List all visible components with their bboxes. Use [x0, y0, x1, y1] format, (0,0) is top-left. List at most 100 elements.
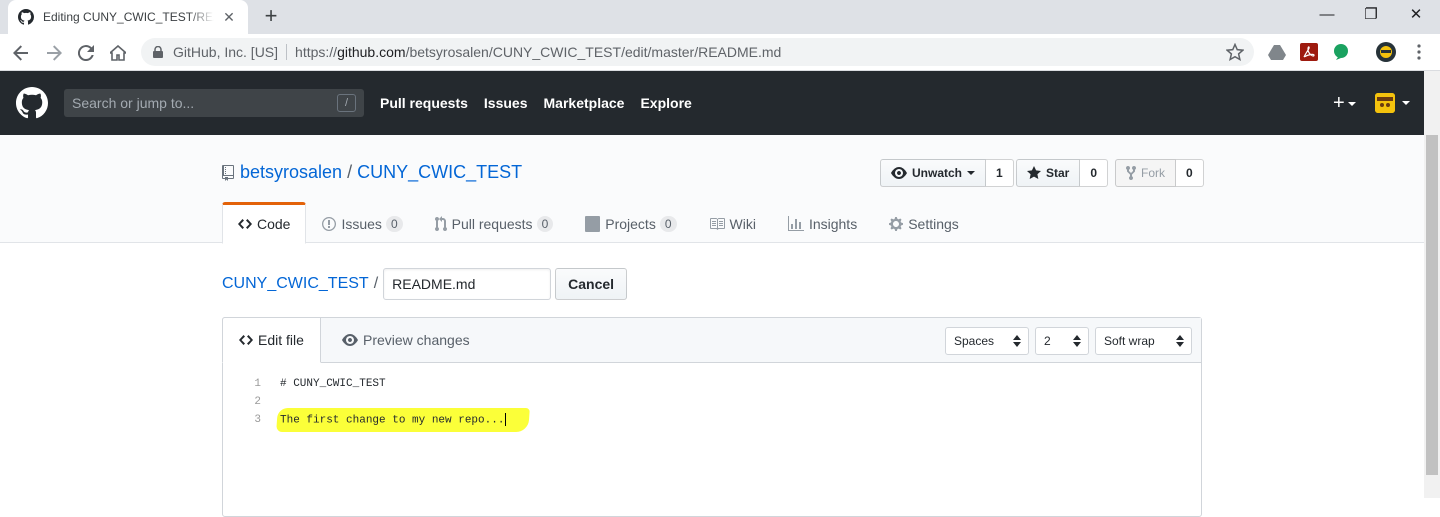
- tab-insights[interactable]: Insights: [772, 202, 873, 243]
- bookmark-star-icon[interactable]: [1226, 43, 1244, 61]
- tab-close-icon[interactable]: ✕: [220, 9, 238, 26]
- home-button[interactable]: [106, 41, 130, 65]
- gear-icon: [889, 216, 904, 231]
- browser-toolbar: GitHub, Inc. [US] https://github.com/bet…: [0, 34, 1440, 71]
- restore-button[interactable]: ❐: [1351, 4, 1391, 26]
- browser-tab-active[interactable]: Editing CUNY_CWIC_TEST/README.md ✕: [8, 0, 248, 34]
- graph-icon: [787, 215, 804, 231]
- editor-options: Spaces 2 Soft wrap: [939, 327, 1192, 355]
- wrap-mode-value: Soft wrap: [1104, 334, 1155, 348]
- home-icon: [110, 45, 126, 61]
- fork-icon: [1126, 166, 1136, 180]
- page-scrollbar[interactable]: [1424, 71, 1440, 498]
- nav-marketplace[interactable]: Marketplace: [544, 95, 625, 111]
- fork-label: Fork: [1141, 166, 1165, 180]
- chat-extension-icon[interactable]: [1332, 43, 1350, 61]
- indent-size-select[interactable]: 2: [1035, 327, 1089, 355]
- line-text[interactable]: # CUNY_CWIC_TEST: [280, 378, 386, 390]
- star-group: Star 0: [1016, 159, 1109, 187]
- indent-size-value: 2: [1044, 334, 1051, 348]
- star-button[interactable]: Star: [1016, 159, 1081, 187]
- forward-button[interactable]: [42, 41, 66, 65]
- reload-icon: [78, 45, 94, 61]
- fork-group: Fork 0: [1115, 159, 1204, 187]
- avatar-caret-icon[interactable]: [1402, 101, 1410, 105]
- filename-input[interactable]: [383, 268, 552, 300]
- forward-arrow-icon: [47, 45, 62, 61]
- omnibox-separator: [286, 44, 288, 60]
- indent-mode-select[interactable]: Spaces: [945, 327, 1029, 355]
- minimize-button[interactable]: —: [1307, 4, 1347, 26]
- select-arrows-icon: [1176, 335, 1184, 347]
- eye-icon: [891, 167, 907, 179]
- tab-settings-label: Settings: [908, 215, 959, 232]
- star-icon: [1027, 166, 1041, 179]
- github-search-input[interactable]: Search or jump to... /: [64, 89, 364, 117]
- search-shortcut-key: /: [337, 94, 356, 112]
- plus-icon: +: [1333, 92, 1345, 114]
- projects-counter: 0: [659, 215, 677, 232]
- url-text[interactable]: https://github.com/betsyrosalen/CUNY_CWI…: [295, 44, 781, 60]
- back-arrow-icon: [13, 45, 28, 61]
- new-tab-button[interactable]: +: [260, 5, 282, 27]
- repo-header: betsyrosalen / CUNY_CWIC_TEST Unwatch 1 …: [0, 135, 1424, 244]
- tab-wiki-label: Wiki: [729, 215, 756, 232]
- watch-group: Unwatch 1: [880, 159, 1014, 187]
- github-logo-icon[interactable]: [16, 87, 48, 119]
- window-close-button[interactable]: ✕: [1396, 4, 1436, 26]
- avatar-image-icon: [1375, 93, 1395, 113]
- tab-issues[interactable]: Issues 0: [306, 202, 418, 243]
- code-editor-area[interactable]: 1 # CUNY_CWIC_TEST 2 3 The first change …: [223, 363, 1201, 432]
- repo-title: betsyrosalen / CUNY_CWIC_TEST: [222, 162, 522, 183]
- breadcrumb-repo-link[interactable]: CUNY_CWIC_TEST: [222, 275, 369, 293]
- scrollbar-thumb[interactable]: [1426, 135, 1438, 475]
- caret-down-icon: [1347, 101, 1356, 106]
- address-bar[interactable]: GitHub, Inc. [US] https://github.com/bet…: [141, 38, 1254, 66]
- repo-title-separator: /: [347, 162, 353, 182]
- site-identity: GitHub, Inc. [US]: [173, 44, 279, 60]
- line-number: 1: [254, 378, 261, 390]
- drive-extension-icon[interactable]: [1268, 43, 1286, 61]
- nav-issues[interactable]: Issues: [484, 95, 528, 111]
- repo-book-icon: [222, 164, 234, 181]
- tab-preview-changes[interactable]: Preview changes: [326, 317, 486, 362]
- tab-issues-label: Issues: [341, 215, 382, 232]
- nav-pull-requests[interactable]: Pull requests: [380, 95, 468, 111]
- star-count[interactable]: 0: [1080, 159, 1109, 187]
- reload-button[interactable]: [74, 41, 98, 65]
- browser-menu-icon[interactable]: [1410, 43, 1428, 61]
- nav-explore[interactable]: Explore: [640, 95, 691, 111]
- back-button[interactable]: [9, 41, 33, 65]
- repo-owner-link[interactable]: betsyrosalen: [240, 162, 342, 183]
- github-header: Search or jump to... / Pull requests Iss…: [0, 71, 1424, 135]
- tab-projects[interactable]: Projects 0: [569, 202, 692, 243]
- unwatch-caret-icon: [967, 171, 976, 175]
- pulls-counter: 0: [536, 215, 554, 232]
- fork-count[interactable]: 0: [1176, 159, 1204, 187]
- line-number: 3: [254, 414, 261, 426]
- project-icon: [585, 215, 601, 232]
- tab-settings[interactable]: Settings: [873, 202, 975, 243]
- fork-button[interactable]: Fork: [1115, 159, 1176, 187]
- line-text[interactable]: The first change to my new repo...: [280, 413, 507, 427]
- user-avatar[interactable]: [1375, 93, 1395, 113]
- tab-wiki[interactable]: Wiki: [693, 202, 772, 243]
- create-new-dropdown[interactable]: +: [1333, 93, 1356, 113]
- wrap-mode-select[interactable]: Soft wrap: [1095, 327, 1192, 355]
- text-cursor: [505, 413, 507, 427]
- tab-pull-requests-label: Pull requests: [451, 215, 533, 232]
- indent-mode-value: Spaces: [954, 334, 995, 348]
- watch-count[interactable]: 1: [986, 159, 1014, 187]
- breadcrumb-separator: /: [373, 275, 379, 292]
- issue-opened-icon: [322, 216, 337, 231]
- unwatch-button[interactable]: Unwatch: [880, 159, 987, 187]
- tab-pull-requests[interactable]: Pull requests 0: [419, 202, 570, 243]
- repo-name-link[interactable]: CUNY_CWIC_TEST: [357, 162, 522, 183]
- profile-avatar-icon[interactable]: [1376, 42, 1396, 62]
- repo-nav: Code Issues 0 Pull requests 0 Projects 0…: [222, 202, 975, 244]
- pdf-extension-icon[interactable]: [1300, 43, 1318, 61]
- code-icon: [239, 335, 253, 345]
- cancel-button[interactable]: Cancel: [555, 268, 628, 300]
- tab-edit-file[interactable]: Edit file: [222, 317, 321, 363]
- tab-code[interactable]: Code: [222, 202, 307, 244]
